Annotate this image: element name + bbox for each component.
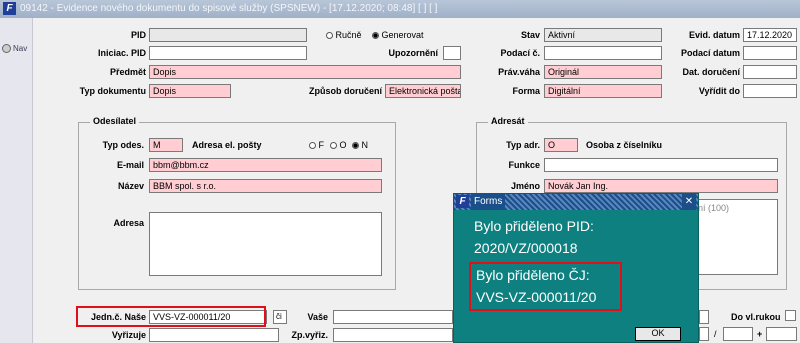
radio-o[interactable]: O [330,140,347,150]
nav-button[interactable]: Nav [2,44,28,54]
zpusob-doruceni-label: Způsob doručení [309,86,382,96]
dialog-msg-cj-line1: Bylo přiděleno ČJ: [476,267,590,283]
prav-vaha-label: Práv.váha [498,67,540,77]
plus-separator: + [757,329,763,339]
radio-n-label: N [361,140,369,150]
do-vl-rukou-checkbox[interactable] [785,310,796,321]
bottom-right-field-4[interactable] [766,327,797,341]
email-field[interactable]: bbm@bbm.cz [149,158,382,172]
pid-label: PID [130,30,146,40]
odesilatel-title: Odesílatel [90,116,140,126]
typ-odes-field[interactable]: M [149,138,183,152]
radio-f[interactable]: F [309,140,324,150]
do-vl-rukou-label: Do vl.rukou [731,312,781,322]
jedn-nase-highlight [76,306,266,327]
radio-generovat-icon [372,32,379,40]
radio-rucne-label: Ručně [335,30,362,40]
jedn-lookup-button[interactable]: či [273,310,287,324]
forms-dialog: F Forms ✕ Bylo přiděleno PID: 2020/VZ/00… [453,193,699,343]
dialog-msg-pid-line2: 2020/VZ/000018 [474,240,578,256]
funkce-label: Funkce [508,160,540,170]
nazev-field[interactable]: BBM spol. s r.o. [149,179,382,193]
dialog-forms-icon: F [456,195,469,208]
adresa-label: Adresa [113,218,144,228]
evid-datum-field[interactable]: 17.12.2020 [743,28,797,42]
zp-vyriz-label: Zp.vyřiz. [291,330,328,340]
oracle-forms-icon: F [3,2,16,15]
upozorneni-checkbox[interactable] [443,46,461,60]
podaci-c-field[interactable] [544,46,662,60]
typ-dokumentu-field[interactable]: Dopis [149,84,231,98]
typ-odes-label: Typ odes. [102,140,144,150]
typ-adr-field[interactable]: O [544,138,578,152]
forma-label: Forma [512,86,540,96]
dialog-titlebar: F Forms ✕ [454,194,698,210]
adresat-title: Adresát [488,116,528,126]
stav-label: Stav [520,30,540,40]
left-toolbar: Nav [0,18,33,343]
dat-doruceni-label: Dat. doručení [682,67,740,77]
radio-o-label: O [339,140,347,150]
radio-generovat[interactable]: Generovat [372,30,424,40]
radio-f-icon [309,142,316,150]
vyridit-do-field[interactable] [743,84,797,98]
predmet-field[interactable]: Dopis [149,65,461,79]
pid-field[interactable] [149,28,307,42]
prav-vaha-field[interactable]: Originál [544,65,662,79]
radio-n[interactable]: N [352,140,368,150]
upozorneni-label: Upozornění [388,48,439,58]
predmet-label: Předmět [109,67,146,77]
osoba-z-ciselniku-label: Osoba z číselníku [586,140,663,150]
jmeno-field[interactable]: Novák Jan Ing. [544,179,778,193]
dialog-msg-pid-line1: Bylo přiděleno PID: [474,218,594,234]
vyrizuje-field[interactable] [149,328,279,342]
podaci-datum-label: Podací datum [680,48,740,58]
vase-label: Vaše [307,312,328,322]
dat-doruceni-field[interactable] [743,65,797,79]
bottom-right-field-2[interactable] [699,327,709,341]
email-label: E-mail [116,160,144,170]
window-title: 09142 - Evidence nového dokumentu do spi… [20,3,438,14]
bottom-right-field-3[interactable] [723,327,753,341]
funkce-field[interactable] [544,158,778,172]
dialog-title: Forms [471,194,506,210]
dialog-msg-cj-line2: VVS-VZ-000011/20 [476,289,597,305]
adresat-address-area[interactable]: ení (100) [690,199,778,275]
adresa-textarea[interactable] [149,212,382,276]
zp-vyriz-field[interactable] [333,328,453,342]
nav-icon [2,44,11,54]
radio-o-icon [330,142,337,150]
jmeno-label: Jméno [510,181,540,191]
typ-dokumentu-label: Typ dokumentu [79,86,146,96]
slash-separator: / [714,329,717,339]
evid-datum-label: Evid. datum [688,30,740,40]
stav-field[interactable]: Aktivní [544,28,662,42]
typ-adr-label: Typ adr. [506,140,540,150]
dialog-ok-button[interactable]: OK [635,327,681,341]
podaci-c-label: Podací č. [500,48,540,58]
radio-f-label: F [318,140,325,150]
window-titlebar: F 09142 - Evidence nového dokumentu do s… [0,0,800,18]
radio-rucne-icon [326,32,333,40]
iniciac-pid-label: Iniciac. PID [97,48,146,58]
vase-field[interactable] [333,310,453,324]
forma-field[interactable]: Digitální [544,84,662,98]
vyrizuje-label: Vyřizuje [111,330,146,340]
nav-label: Nav [13,44,28,53]
zpusob-doruceni-field[interactable]: Elektronická pošta [385,84,461,98]
radio-generovat-label: Generovat [381,30,424,40]
podaci-datum-field[interactable] [743,46,797,60]
dialog-close-icon[interactable]: ✕ [682,194,696,210]
nazev-label: Název [117,181,144,191]
vyridit-do-label: Vyřídit do [698,86,740,96]
adresa-posty-label: Adresa el. pošty [192,140,262,150]
radio-n-icon [352,142,359,150]
bottom-right-field-1[interactable] [699,310,709,324]
radio-rucne[interactable]: Ručně [326,30,362,40]
iniciac-pid-field[interactable] [149,46,307,60]
